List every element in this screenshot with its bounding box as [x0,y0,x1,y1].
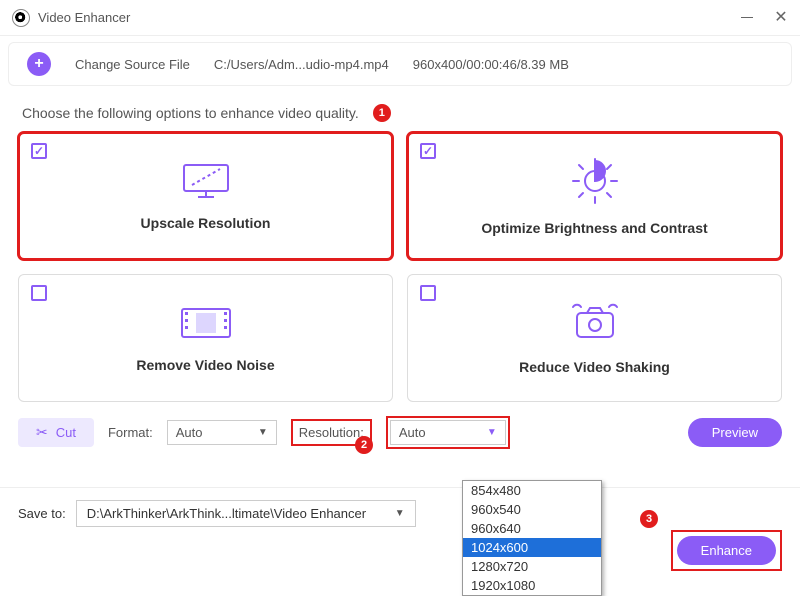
save-path-select[interactable]: D:\ArkThinker\ArkThink...ltimate\Video E… [76,500,416,527]
step-badge-1: 1 [373,104,391,122]
add-source-icon[interactable]: + [27,52,51,76]
source-meta: 960x400/00:00:46/8.39 MB [413,57,569,72]
resolution-option[interactable]: 1280x720 [463,557,601,576]
resolution-value: Auto [399,425,426,440]
minimize-button[interactable] [740,11,754,25]
card-brightness-label: Optimize Brightness and Contrast [481,220,707,236]
cut-label: Cut [56,425,76,440]
checkbox-upscale[interactable] [31,143,47,159]
scissors-icon: ✂ [36,424,48,441]
chevron-down-icon: ▼ [395,508,405,519]
window-title: Video Enhancer [38,10,740,25]
source-path: C:/Users/Adm...udio-mp4.mp4 [214,57,389,72]
format-value: Auto [176,425,203,440]
monitor-icon [178,161,234,201]
resolution-option[interactable]: 1024x600 [463,538,601,557]
card-shaking-label: Reduce Video Shaking [519,359,670,375]
checkbox-shaking[interactable] [420,285,436,301]
save-path-value: D:\ArkThinker\ArkThink...ltimate\Video E… [87,506,366,521]
camera-icon [567,301,623,345]
format-select[interactable]: Auto ▼ [167,420,277,445]
card-noise-label: Remove Video Noise [136,357,274,373]
save-to-label: Save to: [18,506,66,521]
preview-button[interactable]: Preview [688,418,782,447]
cut-button[interactable]: ✂ Cut [18,418,94,447]
checkbox-brightness[interactable] [420,143,436,159]
chevron-down-icon: ▼ [487,427,497,438]
resolution-option[interactable]: 960x540 [463,500,601,519]
resolution-option[interactable]: 960x640 [463,519,601,538]
enhance-label: Enhance [701,543,752,558]
resolution-select[interactable]: Auto ▼ [390,420,506,445]
intro-text: Choose the following options to enhance … [22,105,359,121]
resolution-label: Resolution: [299,425,364,440]
filmstrip-icon [176,303,236,343]
change-source-link[interactable]: Change Source File [75,57,190,72]
card-upscale-label: Upscale Resolution [141,215,271,231]
checkbox-noise[interactable] [31,285,47,301]
resolution-option[interactable]: 854x480 [463,481,601,500]
app-icon [12,9,30,27]
preview-label: Preview [712,425,758,440]
card-upscale[interactable]: Upscale Resolution [18,132,393,260]
step-badge-3: 3 [640,510,658,528]
card-brightness[interactable]: Optimize Brightness and Contrast [407,132,782,260]
card-noise[interactable]: Remove Video Noise [18,274,393,402]
step-badge-2: 2 [355,436,373,454]
card-shaking[interactable]: Reduce Video Shaking [407,274,782,402]
chevron-down-icon: ▼ [258,427,268,438]
sun-icon [570,156,620,206]
enhance-button[interactable]: Enhance [677,536,776,565]
close-button[interactable]: ✕ [774,11,788,25]
format-label: Format: [108,425,153,440]
